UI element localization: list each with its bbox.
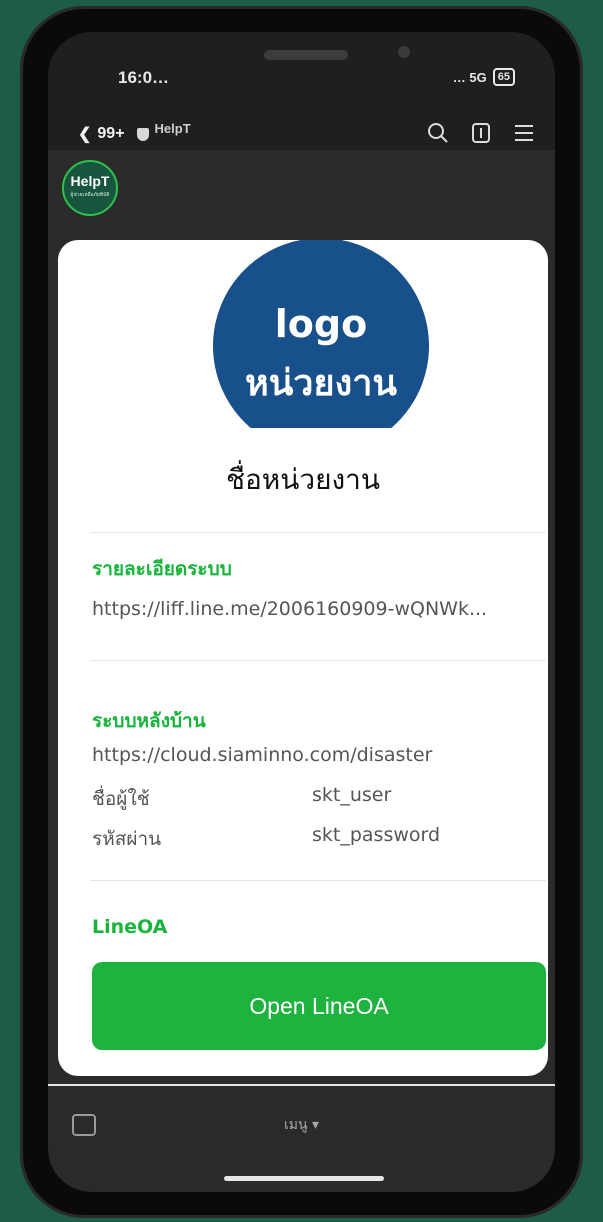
org-name: ชื่อหน่วยงาน bbox=[225, 463, 381, 496]
chat-nav: ❮ 99+ HelpT bbox=[48, 120, 555, 150]
system-details-title: รายละเอียดระบบ bbox=[92, 558, 232, 580]
divider bbox=[90, 880, 546, 881]
open-lineoa-button[interactable]: Open LineOA bbox=[92, 962, 546, 1050]
shield-icon bbox=[136, 127, 149, 141]
backend-url[interactable]: https://cloud.siaminno.com/disaster bbox=[92, 744, 432, 766]
chevron-left-icon: ❮ bbox=[78, 126, 92, 143]
logo-line1: logo bbox=[274, 302, 368, 346]
menu-icon[interactable] bbox=[513, 122, 535, 144]
divider bbox=[90, 532, 546, 533]
network-label: … 5G bbox=[452, 69, 487, 85]
rich-menu-toggle[interactable]: เมนู ▾ bbox=[48, 1114, 555, 1136]
backend-title: ระบบหลังบ้าน bbox=[92, 710, 206, 732]
password-label: รหัสผ่าน bbox=[92, 828, 162, 850]
phone-screen: 16:0… … 5G 65 ❮ 99+ HelpT HelpT ผู้ช่วยเ… bbox=[48, 32, 555, 1192]
chat-area: HelpT ผู้ช่วยเหลือภัยพิบัติ logo หน่วยงา… bbox=[48, 150, 555, 1085]
status-indicators: … 5G 65 bbox=[453, 68, 515, 86]
avatar-name: HelpT bbox=[70, 173, 110, 189]
chat-name: HelpT bbox=[154, 120, 191, 136]
search-icon[interactable] bbox=[427, 122, 449, 144]
divider bbox=[90, 660, 546, 661]
top-bar: 16:0… … 5G 65 ❮ 99+ HelpT bbox=[48, 32, 555, 150]
logo-line2: หน่วยงาน bbox=[244, 363, 398, 404]
flex-message-card: logo หน่วยงาน ชื่อหน่วยงาน รายละเอียดระบ… bbox=[58, 240, 548, 1076]
lineoa-title: LineOA bbox=[92, 916, 168, 938]
username-value: skt_user bbox=[312, 784, 392, 806]
bottom-bar: เมนู ▾ bbox=[48, 1084, 555, 1192]
nav-actions bbox=[427, 122, 535, 144]
username-label: ชื่อผู้ใช้ bbox=[92, 788, 150, 810]
speaker-pill bbox=[264, 50, 348, 60]
logo-placeholder: logo หน่วยงาน bbox=[213, 240, 429, 454]
unread-count: 99+ bbox=[97, 125, 125, 142]
system-details-url[interactable]: https://liff.line.me/2006160909-wQNWk... bbox=[92, 598, 487, 620]
back-button[interactable]: ❮ 99+ HelpT bbox=[78, 120, 191, 144]
status-time: 16:0… bbox=[118, 68, 170, 87]
avatar[interactable]: HelpT ผู้ช่วยเหลือภัยพิบัติ bbox=[62, 160, 118, 216]
battery-icon: 65 bbox=[492, 68, 515, 86]
home-indicator bbox=[224, 1176, 384, 1181]
password-value: skt_password bbox=[312, 824, 441, 846]
avatar-subtitle: ผู้ช่วยเหลือภัยพิบัติ bbox=[70, 192, 110, 198]
phone-frame: 16:0… … 5G 65 ❮ 99+ HelpT HelpT ผู้ช่วยเ… bbox=[20, 6, 583, 1218]
front-camera bbox=[398, 46, 410, 58]
notes-icon[interactable] bbox=[471, 122, 491, 144]
